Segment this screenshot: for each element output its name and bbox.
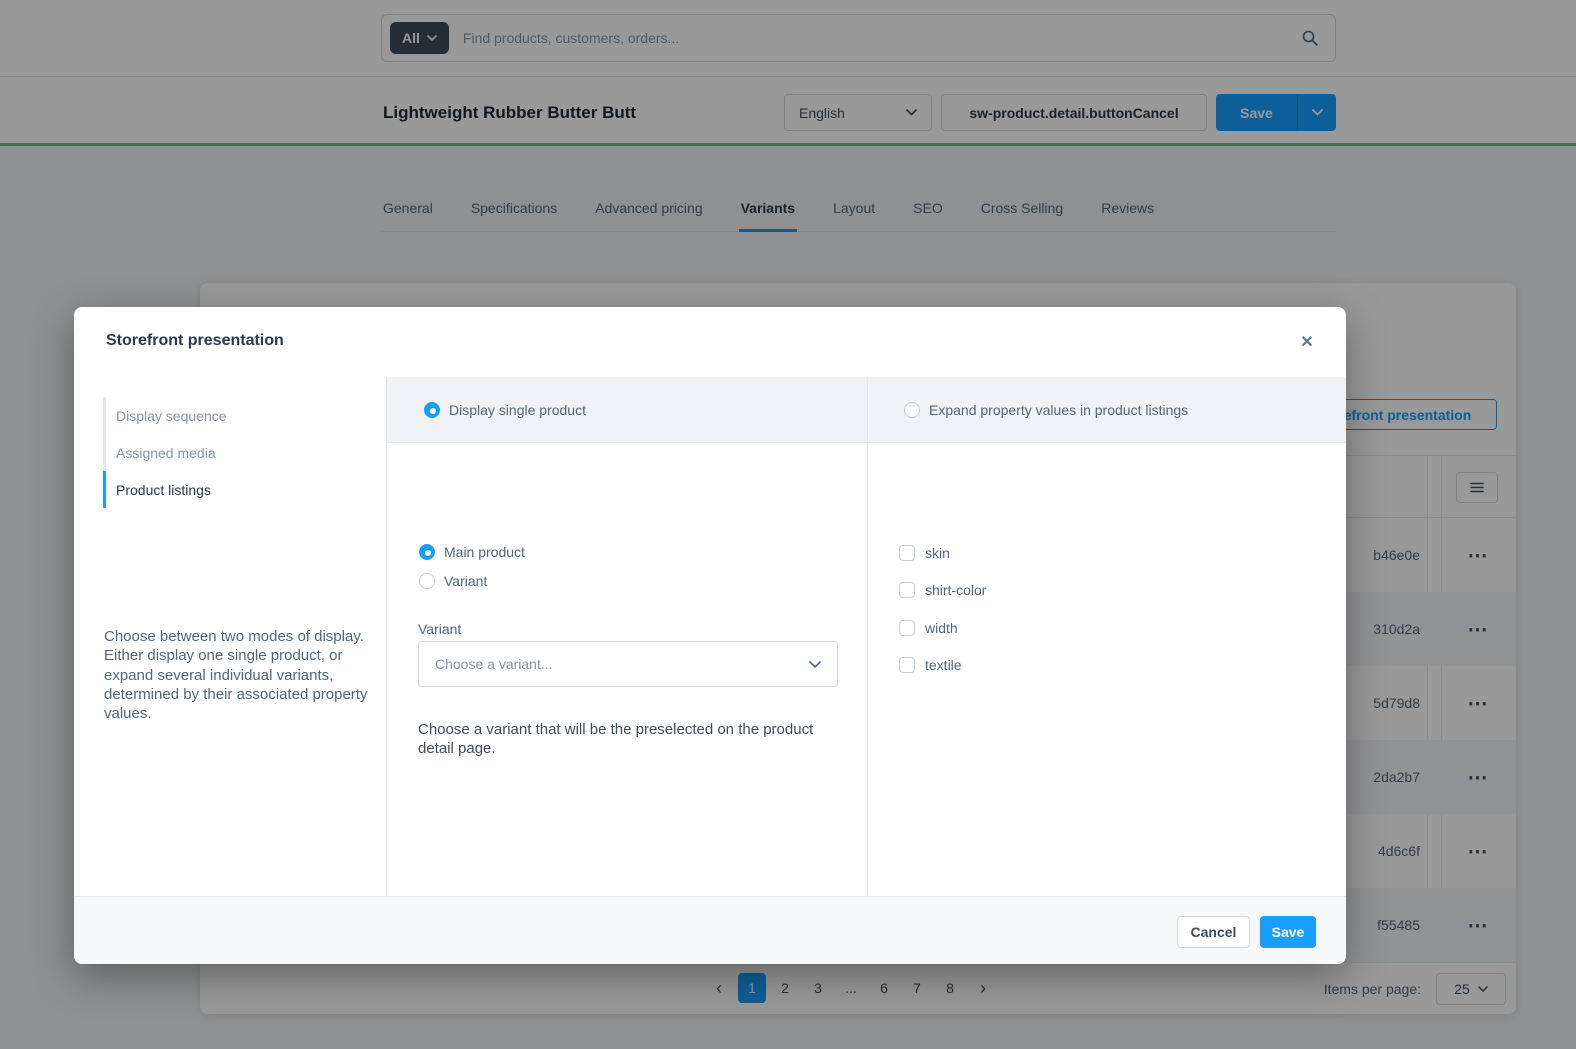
property-label: width bbox=[925, 620, 958, 636]
radio-icon[interactable] bbox=[419, 544, 435, 560]
expand-listing-column: Expand property values in product listin… bbox=[868, 377, 1346, 896]
expand-property-values-label: Expand property values in product listin… bbox=[929, 402, 1188, 418]
variant-field-label: Variant bbox=[418, 621, 461, 637]
single-product-option-strip: Display single product bbox=[387, 377, 867, 443]
nav-item-assigned-media[interactable]: Assigned media bbox=[103, 434, 363, 471]
variant-select[interactable]: Choose a variant... bbox=[418, 641, 838, 687]
modal-footer: Cancel Save bbox=[74, 896, 1346, 964]
display-single-product-option[interactable]: Display single product bbox=[424, 402, 586, 418]
storefront-presentation-modal: Storefront presentation ✕ Display sequen… bbox=[74, 307, 1346, 964]
chevron-down-icon bbox=[809, 661, 821, 668]
save-button[interactable]: Save bbox=[1260, 916, 1316, 948]
checkbox-icon[interactable] bbox=[899, 545, 915, 561]
variant-option[interactable]: Variant bbox=[419, 573, 487, 589]
checkbox-icon[interactable] bbox=[899, 620, 915, 636]
radio-icon[interactable] bbox=[419, 573, 435, 589]
close-icon[interactable]: ✕ bbox=[1294, 329, 1320, 355]
property-label: skin bbox=[925, 545, 950, 561]
cancel-button[interactable]: Cancel bbox=[1177, 916, 1250, 948]
variant-option-label: Variant bbox=[444, 573, 487, 589]
nav-item-product-listings[interactable]: Product listings bbox=[103, 471, 363, 508]
main-product-option[interactable]: Main product bbox=[419, 544, 525, 560]
checkbox-icon[interactable] bbox=[899, 582, 915, 598]
radio-icon[interactable] bbox=[904, 402, 920, 418]
radio-icon[interactable] bbox=[424, 402, 440, 418]
modal-nav: Display sequence Assigned media Product … bbox=[103, 397, 363, 508]
main-product-label: Main product bbox=[444, 544, 525, 560]
modal-sidebar: Display sequence Assigned media Product … bbox=[74, 377, 387, 896]
single-product-column: Display single product Main product Vari… bbox=[387, 377, 868, 896]
mode-description: Choose between two modes of display. Eit… bbox=[104, 627, 372, 723]
modal-header: Storefront presentation ✕ bbox=[74, 307, 1346, 377]
property-option-skin[interactable]: skin bbox=[899, 545, 950, 561]
nav-item-display-sequence[interactable]: Display sequence bbox=[103, 397, 363, 434]
checkbox-icon[interactable] bbox=[899, 657, 915, 673]
variant-helper-text: Choose a variant that will be the presel… bbox=[418, 720, 820, 758]
property-option-width[interactable]: width bbox=[899, 620, 958, 636]
property-label: shirt-color bbox=[925, 582, 986, 598]
variant-select-placeholder: Choose a variant... bbox=[435, 656, 553, 672]
expand-listing-option-strip: Expand property values in product listin… bbox=[868, 377, 1346, 443]
property-option-textile[interactable]: textile bbox=[899, 657, 962, 673]
property-option-shirt-color[interactable]: shirt-color bbox=[899, 582, 986, 598]
display-single-product-label: Display single product bbox=[449, 402, 586, 418]
modal-title: Storefront presentation bbox=[106, 332, 284, 350]
expand-property-values-option[interactable]: Expand property values in product listin… bbox=[904, 402, 1188, 418]
property-label: textile bbox=[925, 657, 962, 673]
